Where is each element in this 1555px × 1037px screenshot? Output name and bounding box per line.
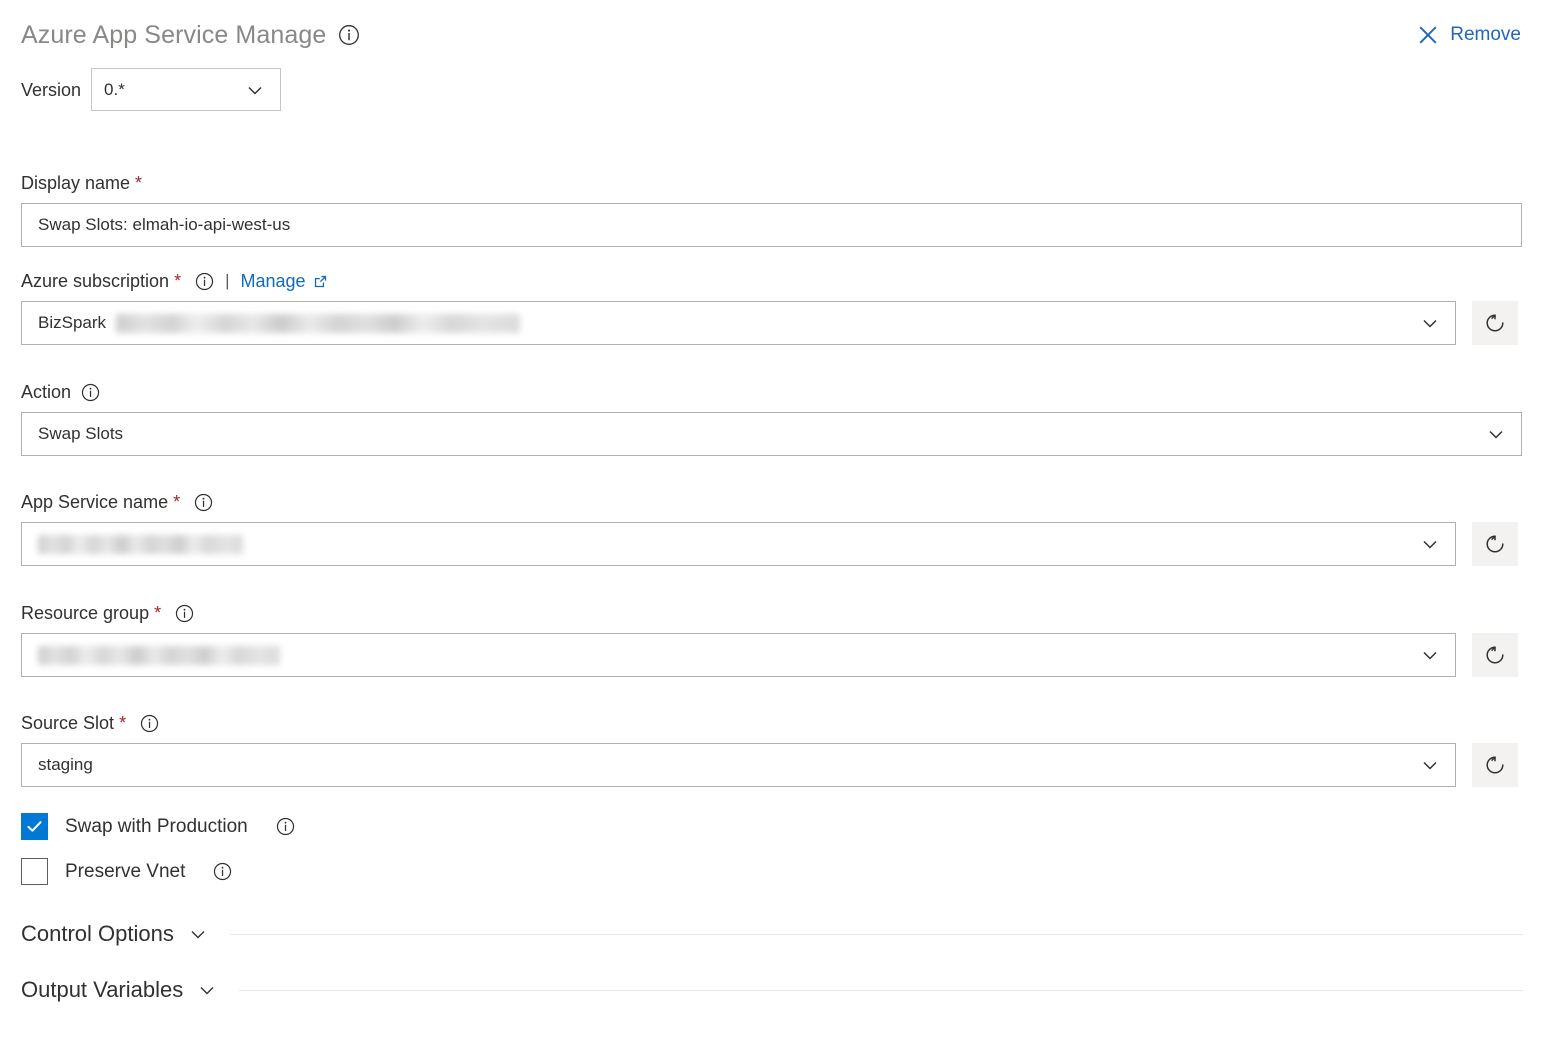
task-header: Azure App Service Manage Remove: [21, 14, 1525, 56]
field-resource-group: Resource group *: [21, 602, 1522, 677]
info-icon[interactable]: [338, 24, 360, 46]
action-value: Swap Slots: [38, 424, 124, 443]
app-service-name-label-text: App Service name: [21, 492, 169, 512]
refresh-icon: [1483, 643, 1507, 667]
action-label: Action: [21, 381, 1522, 403]
refresh-azure-subscription-button[interactable]: [1472, 301, 1518, 345]
chevron-down-icon: [1419, 533, 1441, 555]
refresh-resource-group-button[interactable]: [1472, 633, 1518, 677]
azure-subscription-value: BizSpark: [38, 313, 107, 332]
resource-group-label-text: Resource group: [21, 603, 150, 623]
task-title-group: Azure App Service Manage: [21, 20, 360, 50]
info-icon[interactable]: [195, 272, 214, 291]
display-name-label-text: Display name: [21, 173, 131, 193]
info-icon[interactable]: [81, 383, 100, 402]
display-name-label: Display name *: [21, 172, 1522, 194]
section-title: Control Options: [21, 921, 174, 946]
refresh-app-service-name-button[interactable]: [1472, 522, 1518, 566]
redacted-subscription-id: [116, 313, 521, 333]
chevron-down-icon: [1419, 312, 1441, 334]
field-display-name: Display name * Swap Slots: elmah-io-api-…: [21, 172, 1522, 247]
field-azure-subscription: Azure subscription * | Manage BizSpark: [21, 270, 1522, 345]
redacted-resource-group: [38, 645, 280, 665]
version-value: 0.*: [104, 79, 125, 99]
required-indicator: *: [119, 713, 127, 733]
section-output-variables[interactable]: Output Variables: [21, 977, 1523, 1003]
source-slot-dropdown[interactable]: staging: [21, 743, 1456, 787]
action-label-text: Action: [21, 382, 72, 402]
azure-subscription-label: Azure subscription * | Manage: [21, 270, 1522, 292]
required-indicator: *: [174, 271, 182, 291]
checkbox-preserve-vnet[interactable]: Preserve Vnet: [21, 858, 232, 885]
display-name-value: Swap Slots: elmah-io-api-west-us: [38, 215, 291, 234]
chevron-down-icon: [1419, 644, 1441, 666]
info-icon[interactable]: [194, 493, 213, 512]
azure-subscription-label-text: Azure subscription: [21, 271, 170, 291]
remove-label: Remove: [1450, 24, 1521, 45]
refresh-icon: [1483, 311, 1507, 335]
source-slot-label: Source Slot *: [21, 712, 1522, 734]
required-indicator: *: [135, 173, 143, 193]
section-title: Output Variables: [21, 977, 184, 1002]
azure-subscription-dropdown[interactable]: BizSpark: [21, 301, 1456, 345]
refresh-icon: [1483, 532, 1507, 556]
source-slot-label-text: Source Slot: [21, 713, 115, 733]
manage-link-label: Manage: [240, 271, 306, 291]
app-service-name-label: App Service name *: [21, 491, 1522, 513]
resource-group-label: Resource group *: [21, 602, 1522, 624]
checkbox-box[interactable]: [21, 858, 48, 885]
label-separator: |: [225, 271, 230, 290]
redacted-app-service-name: [38, 534, 243, 554]
app-service-name-dropdown[interactable]: [21, 522, 1456, 566]
info-icon[interactable]: [276, 817, 295, 836]
info-icon[interactable]: [213, 862, 232, 881]
checkmark-icon: [27, 821, 42, 832]
remove-button[interactable]: Remove: [1413, 22, 1525, 48]
chevron-down-icon: [196, 979, 218, 1001]
resource-group-row: [21, 633, 1522, 677]
action-dropdown[interactable]: Swap Slots: [21, 412, 1522, 456]
azure-subscription-row: BizSpark: [21, 301, 1522, 345]
refresh-icon: [1483, 753, 1507, 777]
field-source-slot: Source Slot * staging: [21, 712, 1522, 787]
checkbox-box[interactable]: [21, 813, 48, 840]
app-service-name-row: [21, 522, 1522, 566]
page-title: Azure App Service Manage: [21, 21, 327, 49]
info-icon[interactable]: [140, 714, 159, 733]
info-icon[interactable]: [175, 604, 194, 623]
refresh-source-slot-button[interactable]: [1472, 743, 1518, 787]
close-icon: [1417, 24, 1439, 46]
checkbox-swap-with-production[interactable]: Swap with Production: [21, 813, 295, 840]
chevron-down-icon: [244, 79, 266, 101]
version-dropdown[interactable]: 0.*: [91, 68, 282, 111]
source-slot-row: staging: [21, 743, 1522, 787]
required-indicator: *: [154, 603, 162, 623]
task-editor-panel: Azure App Service Manage Remove Version: [0, 0, 1555, 1037]
chevron-down-icon: [187, 923, 209, 945]
external-link-icon: [313, 274, 328, 289]
version-row: Version 0.*: [21, 68, 282, 111]
checkbox-label: Swap with Production: [65, 815, 248, 837]
chevron-down-icon: [1485, 423, 1507, 445]
required-indicator: *: [173, 492, 181, 512]
section-divider: [239, 989, 1523, 991]
source-slot-value: staging: [38, 755, 93, 774]
section-control-options[interactable]: Control Options: [21, 921, 1523, 947]
chevron-down-icon: [1419, 754, 1441, 776]
manage-subscription-link[interactable]: Manage: [241, 270, 328, 292]
version-label: Version: [21, 79, 82, 100]
section-divider: [229, 933, 1523, 935]
checkbox-label: Preserve Vnet: [65, 860, 186, 882]
resource-group-dropdown[interactable]: [21, 633, 1456, 677]
field-app-service-name: App Service name *: [21, 491, 1522, 566]
field-action: Action Swap Slots: [21, 381, 1522, 456]
display-name-input[interactable]: Swap Slots: elmah-io-api-west-us: [21, 203, 1522, 247]
